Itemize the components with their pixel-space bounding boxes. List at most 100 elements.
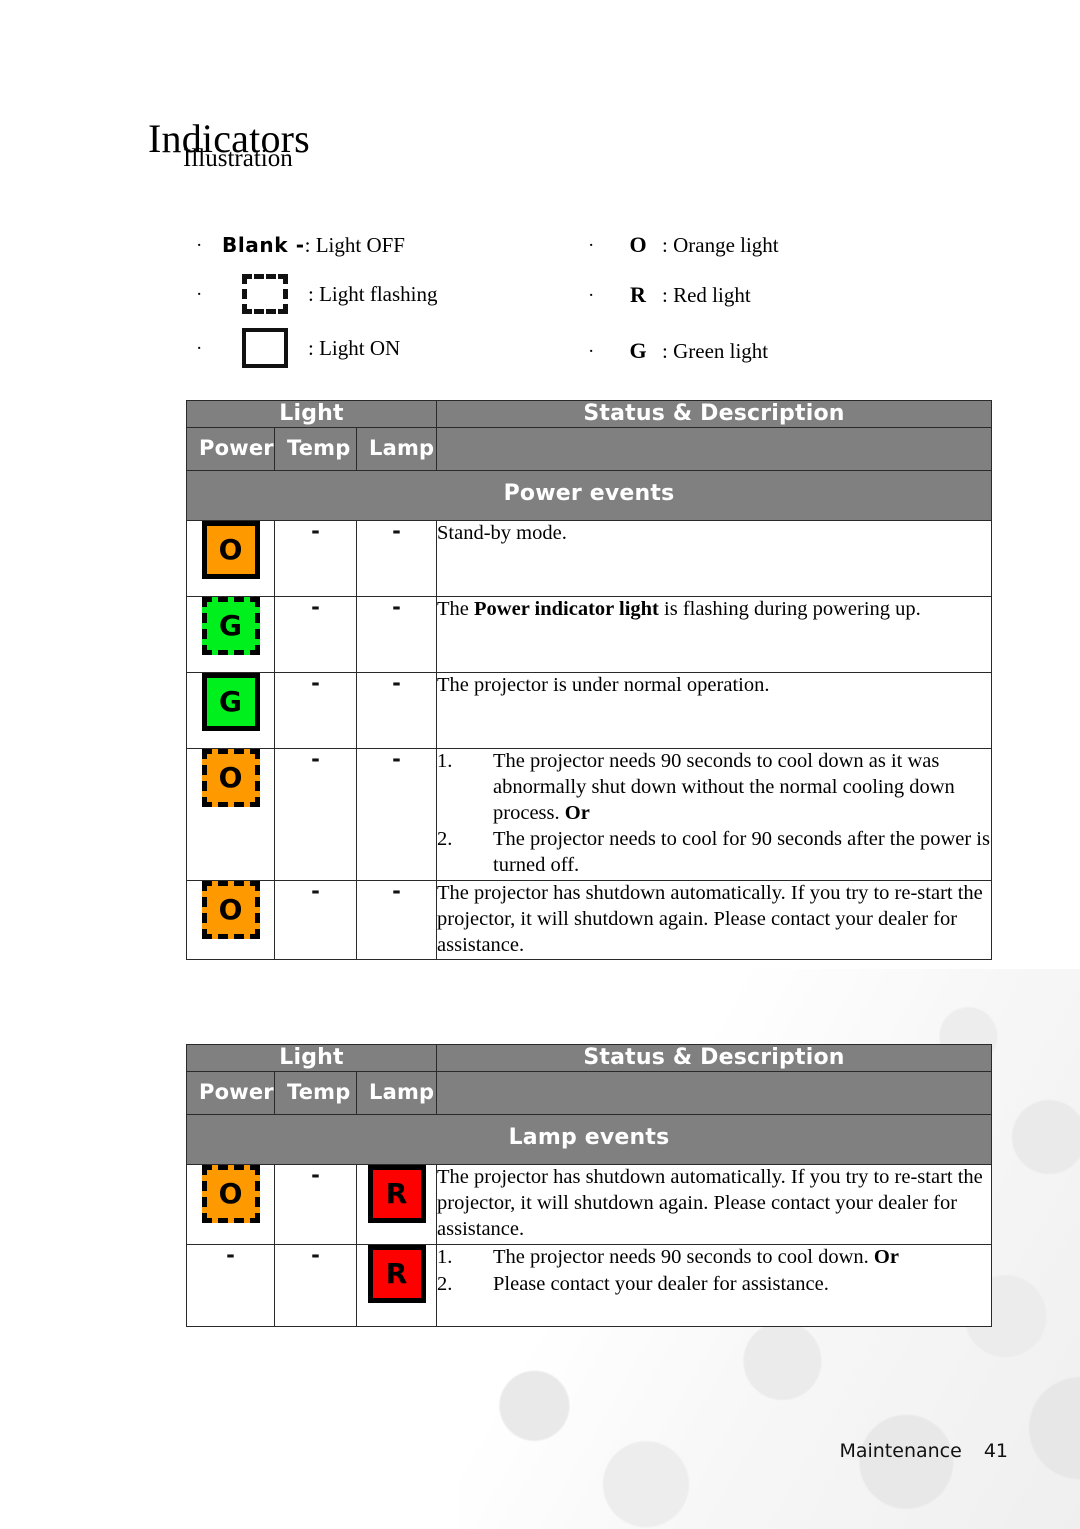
header-light: Light bbox=[185, 1044, 438, 1072]
indicator-off-dash: - bbox=[311, 1163, 320, 1187]
cell-temp-indicator: - bbox=[274, 747, 357, 882]
description-list-item: 1. The projector needs 90 seconds to cool… bbox=[437, 1245, 991, 1271]
header-section-title: Power events bbox=[186, 470, 992, 521]
header-status-description: Status & Description bbox=[436, 1044, 992, 1072]
list-item-text: The projector needs 90 seconds to cool d… bbox=[493, 750, 955, 824]
led-chip-orange-flashing: O bbox=[201, 749, 260, 807]
header-temp: Temp bbox=[274, 1071, 357, 1115]
description-list-item: 1. The projector needs 90 seconds to cool… bbox=[437, 749, 991, 826]
indicator-off-dash: - bbox=[311, 595, 320, 619]
header-status-description: Status & Description bbox=[436, 400, 992, 428]
indicator-off-dash: - bbox=[392, 671, 401, 695]
indicator-off-dash: - bbox=[226, 1243, 235, 1267]
led-chip-orange-flashing: O bbox=[201, 1165, 260, 1223]
header-light: Light bbox=[185, 400, 438, 428]
cell-temp-indicator: - bbox=[274, 520, 357, 597]
cell-power-indicator: O bbox=[186, 747, 275, 882]
legend-description: : Green light bbox=[662, 338, 769, 363]
dashed-box-icon bbox=[222, 274, 308, 314]
description-text: Stand-by mode. bbox=[437, 522, 567, 544]
cell-temp-indicator: - bbox=[274, 672, 357, 749]
legend-description: : Orange light bbox=[662, 232, 779, 257]
description-text: The projector has shutdown automatically… bbox=[437, 1166, 983, 1240]
cell-status-description: The projector has shutdown automatically… bbox=[436, 880, 992, 960]
legend-item: · R : Red light bbox=[588, 278, 988, 312]
legend-bullet: · bbox=[588, 284, 595, 306]
description-numbered-list: 1. The projector needs 90 seconds to cool… bbox=[437, 1245, 991, 1298]
legend-token-letter: R bbox=[630, 282, 646, 307]
indicator-off-dash: - bbox=[392, 519, 401, 543]
table-row: O - - Stand-by mode. bbox=[186, 519, 992, 597]
description-list-item: 2. The projector needs to cool for 90 sec… bbox=[437, 827, 991, 879]
header-lamp: Lamp bbox=[355, 427, 438, 471]
cell-lamp-indicator: - bbox=[355, 879, 438, 960]
header-status-spacer bbox=[436, 1071, 992, 1115]
table-row: O - R The projector has shutdown automatica… bbox=[186, 1163, 992, 1245]
legend-bullet: · bbox=[196, 283, 203, 305]
list-item-text: The projector needs 90 seconds to cool d… bbox=[493, 1246, 899, 1268]
description-list-item: 2. Please contact your dealer for assista… bbox=[437, 1272, 991, 1298]
cell-lamp-indicator: - bbox=[355, 747, 438, 882]
legend-description: : Light OFF bbox=[304, 232, 405, 257]
cell-temp-indicator: - bbox=[274, 595, 357, 673]
table-header-row-secondary: Power Temp Lamp bbox=[186, 1071, 992, 1115]
cell-lamp-indicator: - bbox=[355, 519, 438, 597]
table-section-row: Lamp events bbox=[186, 1114, 992, 1165]
cell-temp-indicator: - bbox=[274, 1163, 357, 1245]
indicator-off-dash: - bbox=[311, 1243, 320, 1267]
description-text: The projector is under normal operation. bbox=[437, 674, 770, 696]
list-item-number: 1. bbox=[437, 750, 453, 772]
cell-status-description: The projector has shutdown automatically… bbox=[436, 1164, 992, 1245]
indicator-off-dash: - bbox=[311, 747, 320, 771]
description-text: The projector has shutdown automatically… bbox=[437, 882, 983, 956]
table-row: G - - The projector is under normal operati… bbox=[186, 671, 992, 749]
header-section-title: Lamp events bbox=[186, 1114, 992, 1165]
table-row: - - R 1. The projector needs 90 seconds to c… bbox=[186, 1243, 992, 1327]
cell-power-indicator: O bbox=[186, 1164, 275, 1245]
led-chip-orange-flashing: O bbox=[201, 881, 260, 940]
led-chip-red-on: R bbox=[367, 1165, 426, 1223]
solid-box-icon bbox=[222, 328, 308, 368]
cell-temp-indicator: - bbox=[274, 880, 357, 960]
legend-description: : Red light bbox=[662, 282, 751, 307]
cell-power-indicator: G bbox=[186, 672, 275, 749]
table-row: G - - The Power indicator light is flashing… bbox=[186, 595, 992, 673]
led-chip-red-on: R bbox=[367, 1245, 426, 1303]
indicator-off-dash: - bbox=[392, 879, 401, 904]
table-row: O - - 1. The projector needs 90 seconds to c… bbox=[186, 747, 992, 882]
cell-status-description: Stand-by mode. bbox=[436, 520, 992, 597]
legend-bullet: · bbox=[588, 234, 595, 256]
led-chip-green-flashing: G bbox=[201, 597, 260, 655]
footer-section-label: Maintenance bbox=[839, 1440, 962, 1462]
section-subtitle: Illustration bbox=[183, 145, 293, 172]
header-lamp: Lamp bbox=[355, 1071, 438, 1115]
legend-token-letter: G bbox=[629, 338, 647, 363]
list-item-number: 2. bbox=[437, 1272, 453, 1295]
cell-temp-indicator: - bbox=[274, 1243, 357, 1327]
list-item-number: 2. bbox=[437, 828, 453, 851]
header-temp: Temp bbox=[274, 427, 357, 471]
header-status-spacer bbox=[436, 427, 992, 471]
cell-power-indicator: O bbox=[186, 520, 275, 597]
cell-lamp-indicator: - bbox=[355, 671, 438, 749]
table-header-row-secondary: Power Temp Lamp bbox=[186, 427, 992, 471]
cell-power-indicator: - bbox=[186, 1243, 275, 1327]
legend-column-right: · O : Orange light · R : Red light · G : Green l… bbox=[588, 228, 988, 368]
legend-column-left: · Blank -: Light OFF ·: Light flashing · : L… bbox=[196, 228, 586, 368]
cell-status-description: 1. The projector needs 90 seconds to cool… bbox=[436, 1244, 992, 1327]
legend-item: ·: Light flashing bbox=[196, 274, 586, 314]
indicator-table: Light Status & Description Power Temp Lamp L… bbox=[185, 1044, 992, 1327]
description-text: The Power indicator light is flashing du… bbox=[437, 598, 921, 620]
legend-item: · G : Green light bbox=[588, 334, 988, 368]
header-power: Power bbox=[186, 427, 275, 471]
list-item-text: The projector needs to cool for 90 secon… bbox=[493, 828, 990, 877]
legend-token-letter: O bbox=[629, 232, 647, 257]
table-header-row-primary: Light Status & Description bbox=[185, 1044, 992, 1072]
legend-item: · Blank -: Light OFF bbox=[196, 228, 586, 262]
legend-bullet: · bbox=[588, 340, 595, 362]
list-item-text: Please contact your dealer for assistanc… bbox=[493, 1272, 829, 1295]
cell-status-description: 1. The projector needs 90 seconds to cool… bbox=[436, 747, 992, 882]
legend-item: · O : Orange light bbox=[588, 228, 988, 262]
cell-status-description: The projector is under normal operation. bbox=[436, 672, 992, 749]
list-item-number: 1. bbox=[437, 1246, 453, 1268]
